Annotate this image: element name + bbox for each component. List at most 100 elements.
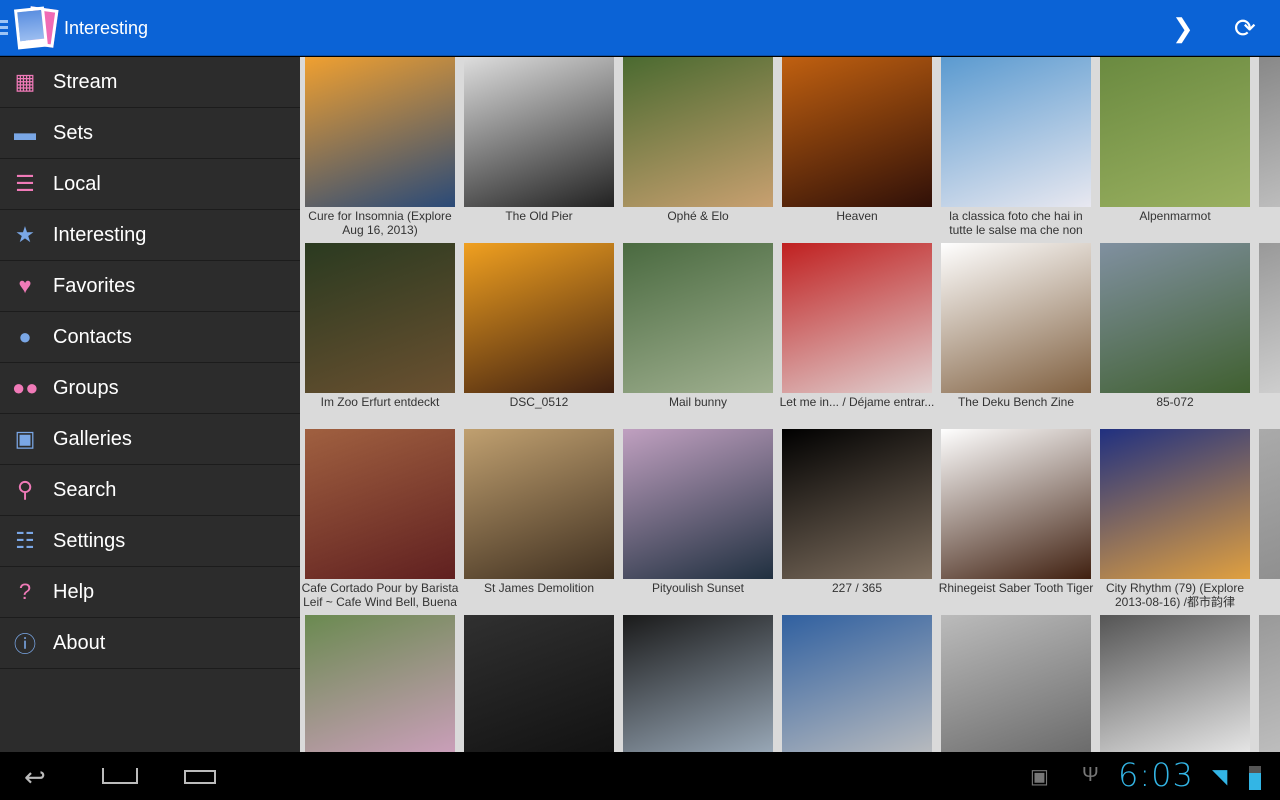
photo-caption: DSC_0512 — [509, 395, 569, 409]
photo-tile[interactable]: Heaven — [782, 57, 932, 237]
photo-caption: 227 / 365 — [831, 581, 883, 595]
photo-tile[interactable]: St James Demolition — [464, 429, 614, 609]
photo-tile[interactable]: The Deku Bench Zine — [941, 243, 1091, 423]
photo-tile[interactable] — [623, 615, 773, 752]
photo-tile[interactable] — [941, 615, 1091, 752]
sidebar-item-help[interactable]: ? Help — [0, 567, 300, 618]
star-icon: ★ — [15, 222, 35, 247]
photo-thumbnail[interactable] — [464, 243, 614, 393]
android-debug-icon: ▣ — [1030, 766, 1049, 788]
photo-thumbnail[interactable] — [941, 615, 1091, 752]
photo-grid[interactable]: Cure for Insomnia (Explore Aug 16, 2013)… — [300, 57, 1280, 752]
photo-tile[interactable] — [1259, 243, 1280, 423]
photo-caption: Mail bunny — [668, 395, 728, 409]
photo-tile[interactable]: 85-072 — [1100, 243, 1250, 423]
photo-thumbnail[interactable] — [464, 57, 614, 207]
sidebar-item-label: Settings — [53, 529, 126, 552]
photo-caption: la classica foto che hai in tutte le sal… — [949, 209, 1083, 237]
photo-thumbnail[interactable] — [1259, 57, 1280, 207]
recents-icon[interactable] — [184, 770, 216, 784]
photo-tile[interactable]: Alpenmarmot — [1100, 57, 1250, 237]
photo-caption: Cafe Cortado Pour by Barista Leif ~ Cafe… — [301, 581, 459, 609]
sidebar-item-label: Stream — [53, 70, 118, 93]
photo-thumbnail[interactable] — [1259, 243, 1280, 393]
chevron-right-icon[interactable]: ❯ — [1172, 14, 1194, 42]
photo-tile[interactable] — [305, 615, 455, 752]
photo-thumbnail[interactable] — [941, 57, 1091, 207]
photo-caption: Cure for Insomnia (Explore Aug 16, 2013) — [308, 209, 452, 237]
photo-caption: Heaven — [836, 209, 878, 223]
photo-thumbnail[interactable] — [1100, 57, 1250, 207]
folder-icon: ▬ — [14, 120, 36, 145]
photo-thumbnail[interactable] — [623, 57, 773, 207]
photo-thumbnail[interactable] — [305, 243, 455, 393]
photo-tile[interactable]: la classica foto che hai in tutte le sal… — [941, 57, 1091, 237]
photo-tile[interactable] — [1259, 57, 1280, 237]
page-title: Interesting — [64, 18, 149, 38]
photo-thumbnail[interactable] — [1100, 615, 1250, 752]
photo-tile[interactable]: Ophé & Elo — [623, 57, 773, 237]
photo-tile[interactable]: Cafe Cortado Pour by Barista Leif ~ Cafe… — [302, 429, 458, 609]
drawer-indicator-icon[interactable] — [0, 20, 8, 36]
sidebar-item-galleries[interactable]: ▣ Galleries — [0, 414, 300, 465]
photo-tile[interactable]: Cure for Insomnia (Explore Aug 16, 2013) — [305, 57, 455, 237]
photo-tile[interactable]: 227 / 365 — [782, 429, 932, 609]
photo-tile[interactable]: DSC_0512 — [464, 243, 614, 423]
back-icon[interactable]: ↩ — [24, 762, 46, 793]
photo-thumbnail[interactable] — [782, 615, 932, 752]
photo-thumbnail[interactable] — [1259, 615, 1280, 752]
photo-thumbnail[interactable] — [941, 243, 1091, 393]
photo-thumbnail[interactable] — [305, 57, 455, 207]
sidebar-item-favorites[interactable]: ♥ Favorites — [0, 261, 300, 312]
photo-thumbnail[interactable] — [623, 429, 773, 579]
photo-tile[interactable]: Rhinegeist Saber Tooth Tiger — [939, 429, 1093, 609]
sidebar-item-label: Interesting — [53, 223, 147, 246]
photo-thumbnail[interactable] — [464, 429, 614, 579]
app-logo-icon[interactable] — [13, 6, 60, 52]
photo-tile[interactable] — [1100, 615, 1250, 752]
photo-thumbnail[interactable] — [782, 429, 932, 579]
sidebar-item-label: About — [53, 631, 106, 654]
home-icon[interactable] — [102, 768, 138, 784]
sidebar-item-local[interactable]: ☰ Local — [0, 159, 300, 210]
photo-tile[interactable]: City Rhythm (79) (Explore 2013-08-16) /都… — [1100, 429, 1250, 609]
photo-thumbnail[interactable] — [1100, 243, 1250, 393]
sidebar-item-interesting[interactable]: ★ Interesting — [0, 210, 300, 261]
sidebar-item-label: Galleries — [53, 427, 132, 450]
photo-tile[interactable] — [464, 615, 614, 752]
action-bar: Interesting ❯ ⟳ — [0, 0, 1280, 56]
photo-tile[interactable]: Mail bunny — [623, 243, 773, 423]
sidebar-item-sets[interactable]: ▬ Sets — [0, 108, 300, 159]
sidebar-item-stream[interactable]: ▦ Stream — [0, 57, 300, 108]
photo-caption: Alpenmarmot — [1139, 209, 1211, 223]
photo-tile[interactable] — [1259, 429, 1280, 609]
photo-thumbnail[interactable] — [464, 615, 614, 752]
sidebar-item-groups[interactable]: ●● Groups — [0, 363, 300, 414]
refresh-icon[interactable]: ⟳ — [1234, 14, 1256, 42]
photo-tile[interactable] — [782, 615, 932, 752]
sidebar-item-label: Search — [53, 478, 117, 501]
photo-tile[interactable]: Im Zoo Erfurt entdeckt — [305, 243, 455, 423]
photo-caption — [1255, 209, 1280, 237]
photo-thumbnail[interactable] — [305, 615, 455, 752]
photo-thumbnail[interactable] — [623, 243, 773, 393]
sidebar-item-contacts[interactable]: ● Contacts — [0, 312, 300, 363]
search-icon: ⚲ — [16, 477, 34, 502]
photo-thumbnail[interactable] — [623, 615, 773, 752]
photo-tile[interactable]: Pityoulish Sunset — [623, 429, 773, 609]
sidebar-item-about[interactable]: ⓘ About — [0, 618, 300, 669]
photo-thumbnail[interactable] — [1100, 429, 1250, 579]
sidebar-item-settings[interactable]: ☷ Settings — [0, 516, 300, 567]
photo-tile[interactable]: Let me in... / Déjame entrar... — [780, 243, 934, 423]
sidebar-item-search[interactable]: ⚲ Search — [0, 465, 300, 516]
photo-thumbnail[interactable] — [305, 429, 455, 579]
photo-caption: City Rhythm (79) (Explore 2013-08-16) /都… — [1105, 581, 1245, 609]
image-icon: ▣ — [14, 426, 36, 451]
photo-thumbnail[interactable] — [782, 57, 932, 207]
photo-thumbnail[interactable] — [782, 243, 932, 393]
photo-thumbnail[interactable] — [1259, 429, 1280, 579]
photo-tile[interactable] — [1259, 615, 1280, 752]
photo-thumbnail[interactable] — [941, 429, 1091, 579]
heart-icon: ♥ — [18, 273, 32, 298]
photo-tile[interactable]: The Old Pier — [464, 57, 614, 237]
